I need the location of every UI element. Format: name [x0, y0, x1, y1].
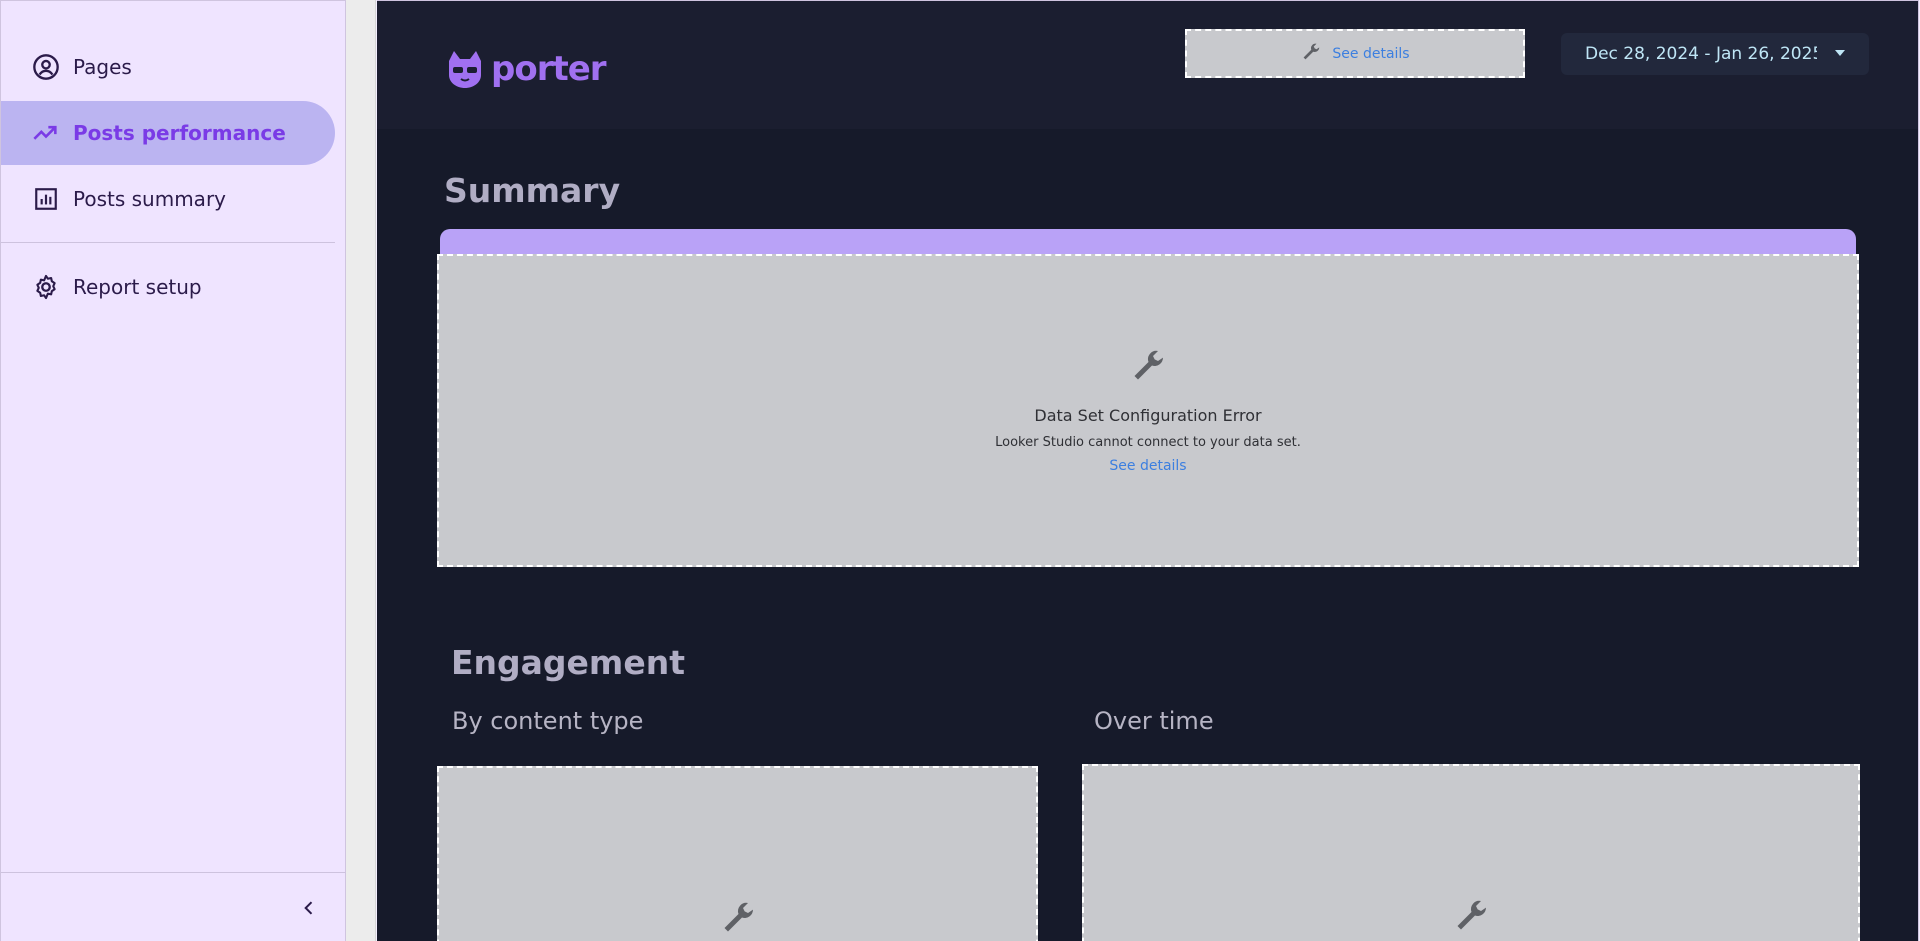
wrench-icon — [718, 902, 758, 941]
content-type-error-panel — [437, 766, 1038, 941]
see-details-link[interactable]: See details — [1332, 46, 1409, 62]
account-circle-icon — [31, 52, 61, 82]
sidebar: Pages Posts performance Posts summary Re… — [0, 0, 347, 941]
trending-up-icon — [31, 118, 61, 148]
summary-error-panel: Data Set Configuration Error Looker Stud… — [437, 254, 1859, 567]
porter-logo: porter — [443, 47, 607, 91]
sidebar-gutter — [346, 0, 376, 941]
nav-divider — [1, 242, 335, 243]
date-range-value: Dec 28, 2024 - Jan 26, 2025 — [1585, 44, 1817, 64]
sidebar-item-posts-summary[interactable]: Posts summary — [1, 167, 335, 231]
report-header: porter See details Dec 28, 2024 - Jan 26… — [377, 1, 1918, 129]
report-canvas: porter See details Dec 28, 2024 - Jan 26… — [377, 0, 1919, 941]
wrench-icon — [1451, 900, 1491, 940]
over-time-label: Over time — [1094, 707, 1214, 735]
sidebar-item-posts-performance[interactable]: Posts performance — [1, 101, 335, 165]
date-range-picker[interactable]: Dec 28, 2024 - Jan 26, 2025 — [1561, 33, 1869, 75]
wrench-icon — [1300, 41, 1322, 67]
header-error-widget: See details — [1185, 29, 1525, 78]
engagement-title: Engagement — [451, 643, 685, 682]
wrench-icon — [1128, 350, 1168, 390]
over-time-error-panel — [1082, 764, 1860, 941]
collapse-sidebar-button[interactable] — [293, 894, 325, 926]
sidebar-item-report-setup[interactable]: Report setup — [1, 255, 335, 319]
chevron-down-icon — [1835, 50, 1845, 56]
sidebar-item-label: Pages — [73, 55, 132, 79]
summary-title: Summary — [444, 171, 621, 210]
error-title: Data Set Configuration Error — [1034, 406, 1262, 425]
sidebar-footer-divider — [1, 872, 347, 873]
cat-logo-icon — [449, 51, 481, 88]
sidebar-item-label: Posts performance — [73, 121, 286, 145]
gear-icon — [31, 272, 61, 302]
logo-text: porter — [491, 49, 607, 89]
see-details-link[interactable]: See details — [439, 458, 1857, 474]
sidebar-item-label: Posts summary — [73, 187, 226, 211]
sidebar-item-pages[interactable]: Pages — [1, 35, 335, 99]
by-content-type-label: By content type — [452, 707, 644, 735]
error-description: Looker Studio cannot connect to your dat… — [995, 435, 1301, 450]
chevron-left-icon — [299, 898, 319, 922]
sidebar-item-label: Report setup — [73, 275, 202, 299]
bar-chart-icon — [31, 184, 61, 214]
